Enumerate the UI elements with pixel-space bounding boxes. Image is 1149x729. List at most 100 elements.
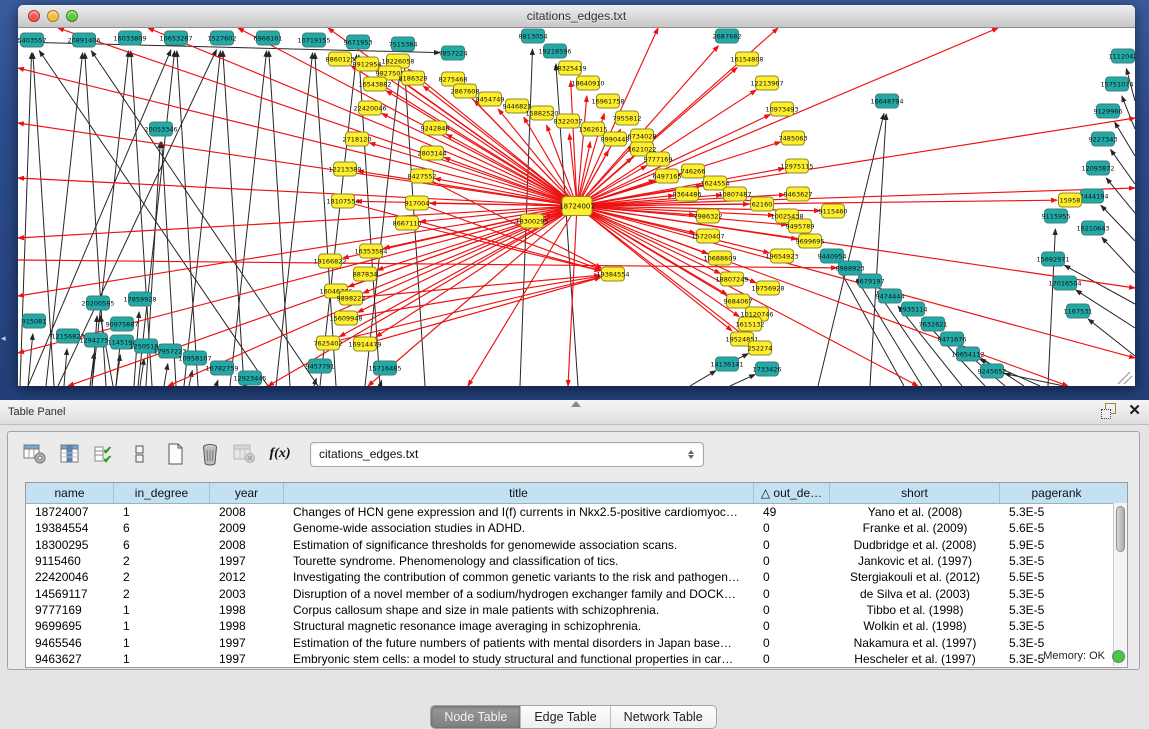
network-node[interactable]: 10688609 bbox=[703, 251, 736, 265]
table-row[interactable]: 1456911722003Disruption of a novel membe… bbox=[26, 585, 1127, 601]
network-node[interactable]: 9227343 bbox=[1089, 132, 1118, 146]
network-node[interactable]: 17016504 bbox=[1048, 276, 1081, 290]
network-edge[interactable] bbox=[1122, 96, 1135, 129]
close-panel-icon[interactable]: ✕ bbox=[1128, 403, 1141, 418]
table-cell[interactable]: Structural magnetic resonance image aver… bbox=[284, 619, 754, 633]
delete-column-icon[interactable] bbox=[197, 441, 223, 467]
table-cell[interactable]: 2003 bbox=[210, 587, 284, 601]
table-cell[interactable]: Disruption of a novel member of a sodium… bbox=[284, 587, 754, 601]
network-node[interactable]: 10654112 bbox=[951, 347, 984, 361]
network-node[interactable]: 8471676 bbox=[938, 332, 967, 346]
network-hub-node[interactable]: 18724007 bbox=[559, 197, 595, 216]
network-edge[interactable] bbox=[148, 28, 577, 206]
table-cell[interactable]: Tibbo et al. (1998) bbox=[830, 603, 1000, 617]
network-node[interactable]: 8667110 bbox=[393, 216, 422, 230]
table-row[interactable]: 1938455462009Genome-wide association stu… bbox=[26, 520, 1127, 536]
table-cell[interactable]: 22420046 bbox=[26, 570, 114, 584]
table-cell[interactable]: Stergiakouli et al. (2012) bbox=[830, 570, 1000, 584]
network-node[interactable]: 9364486 bbox=[673, 187, 702, 201]
delete-table-icon[interactable] bbox=[232, 441, 258, 467]
network-node[interactable]: 18325419 bbox=[553, 61, 586, 75]
left-dock-arrow-icon[interactable]: ◂ bbox=[1, 334, 6, 343]
table-cell[interactable]: 0 bbox=[754, 587, 830, 601]
network-edge[interactable] bbox=[1106, 178, 1135, 213]
network-node[interactable]: 9671953 bbox=[344, 35, 373, 49]
table-cell[interactable]: 1 bbox=[114, 603, 210, 617]
table-cell[interactable]: 2012 bbox=[210, 570, 284, 584]
network-edge[interactable] bbox=[18, 178, 577, 206]
network-node[interactable]: 15720407 bbox=[691, 229, 724, 243]
table-cell[interactable]: Wolkin et al. (1998) bbox=[830, 619, 1000, 633]
create-column-icon[interactable] bbox=[162, 441, 188, 467]
network-node[interactable]: 9457791 bbox=[306, 359, 335, 373]
table-cell[interactable]: 5.3E-5 bbox=[1000, 554, 1113, 568]
table-cell[interactable]: Investigating the contribution of common… bbox=[284, 570, 754, 584]
network-node[interactable]: 15958 bbox=[1059, 193, 1082, 207]
network-node[interactable]: 16210643 bbox=[1076, 221, 1109, 235]
zoom-button[interactable] bbox=[66, 10, 78, 22]
network-edge[interactable] bbox=[18, 206, 577, 353]
network-node[interactable]: 17859928 bbox=[123, 292, 156, 306]
network-node[interactable]: 19166822 bbox=[313, 254, 346, 268]
table-row[interactable]: 911546021997Tourette syndrome. Phenomeno… bbox=[26, 553, 1127, 569]
network-node[interactable]: 8454749 bbox=[476, 92, 505, 106]
table-cell[interactable]: 9777169 bbox=[26, 603, 114, 617]
network-node[interactable]: 16154808 bbox=[730, 52, 763, 66]
table-cell[interactable]: Tourette syndrome. Phenomenology and cla… bbox=[284, 554, 754, 568]
table-cell[interactable]: de Silva et al. (2003) bbox=[830, 587, 1000, 601]
table-cell[interactable]: Corpus callosum shape and size in male p… bbox=[284, 603, 754, 617]
network-node[interactable]: 8988923 bbox=[836, 261, 865, 275]
toggle-rows-icon[interactable] bbox=[127, 441, 153, 467]
network-node[interactable]: 18640910 bbox=[571, 76, 604, 90]
network-edge[interactable] bbox=[1115, 122, 1135, 156]
network-node[interactable]: 9684067 bbox=[724, 294, 753, 308]
network-node[interactable]: 1112042 bbox=[1109, 49, 1135, 63]
network-node[interactable]: 7515384 bbox=[389, 37, 418, 51]
table-cell[interactable]: 2008 bbox=[210, 538, 284, 552]
network-edge[interactable] bbox=[571, 81, 577, 206]
network-node[interactable]: 10958107 bbox=[178, 351, 211, 365]
table-cell[interactable]: Estimation of significance thresholds fo… bbox=[284, 538, 754, 552]
table-cell[interactable]: 0 bbox=[754, 554, 830, 568]
table-cell[interactable]: 0 bbox=[754, 603, 830, 617]
table-cell[interactable]: Genome-wide association studies in ADHD. bbox=[284, 521, 754, 535]
table-cell[interactable]: 1 bbox=[114, 619, 210, 633]
table-cell[interactable]: Changes of HCN gene expression and I(f) … bbox=[284, 505, 754, 519]
network-edge[interactable] bbox=[328, 277, 600, 343]
float-window-icon[interactable] bbox=[1101, 403, 1116, 418]
network-node[interactable]: 915081 bbox=[22, 314, 47, 328]
network-edge[interactable] bbox=[28, 334, 33, 386]
network-node[interactable]: 8813054 bbox=[519, 29, 548, 43]
network-node[interactable]: 6679197 bbox=[856, 274, 885, 288]
minimize-button[interactable] bbox=[47, 10, 59, 22]
network-node[interactable]: 6966161 bbox=[254, 31, 283, 45]
network-node[interactable]: 16914479 bbox=[348, 337, 381, 351]
table-cell[interactable]: 5.3E-5 bbox=[1000, 505, 1113, 519]
network-node[interactable]: 8427552 bbox=[408, 169, 437, 183]
show-columns-icon[interactable] bbox=[57, 441, 83, 467]
column-header-year[interactable]: year bbox=[210, 483, 284, 503]
network-node[interactable]: 8990448 bbox=[601, 132, 630, 146]
table-cell[interactable]: 19384554 bbox=[26, 521, 114, 535]
network-edge[interactable] bbox=[1005, 374, 1064, 386]
column-header-title[interactable]: title bbox=[284, 483, 754, 503]
network-node[interactable]: 5403557 bbox=[18, 33, 46, 47]
network-node[interactable]: 12213967 bbox=[750, 76, 783, 90]
network-node[interactable]: 9495789 bbox=[786, 219, 815, 233]
network-node[interactable]: 18107554 bbox=[326, 194, 359, 208]
table-cell[interactable]: 2 bbox=[114, 554, 210, 568]
network-node[interactable]: 20053346 bbox=[144, 122, 177, 136]
network-node[interactable]: 6734028 bbox=[628, 129, 657, 143]
network-node[interactable]: 20891406 bbox=[67, 33, 100, 47]
table-cell[interactable]: 5.3E-5 bbox=[1000, 587, 1113, 601]
network-node[interactable]: 6497165 bbox=[653, 169, 682, 183]
network-node[interactable]: 16033809 bbox=[113, 31, 146, 45]
table-row[interactable]: 977716911998Corpus callosum shape and si… bbox=[26, 602, 1127, 618]
table-cell[interactable]: 5.3E-5 bbox=[1000, 603, 1113, 617]
network-node[interactable]: 887834 bbox=[353, 267, 378, 281]
network-node[interactable]: 19384554 bbox=[596, 267, 629, 281]
network-node[interactable]: 8186328 bbox=[399, 71, 428, 85]
network-node[interactable]: 12975115 bbox=[780, 159, 813, 173]
network-node[interactable]: 9777169 bbox=[644, 152, 673, 166]
table-cell[interactable]: 6 bbox=[114, 521, 210, 535]
